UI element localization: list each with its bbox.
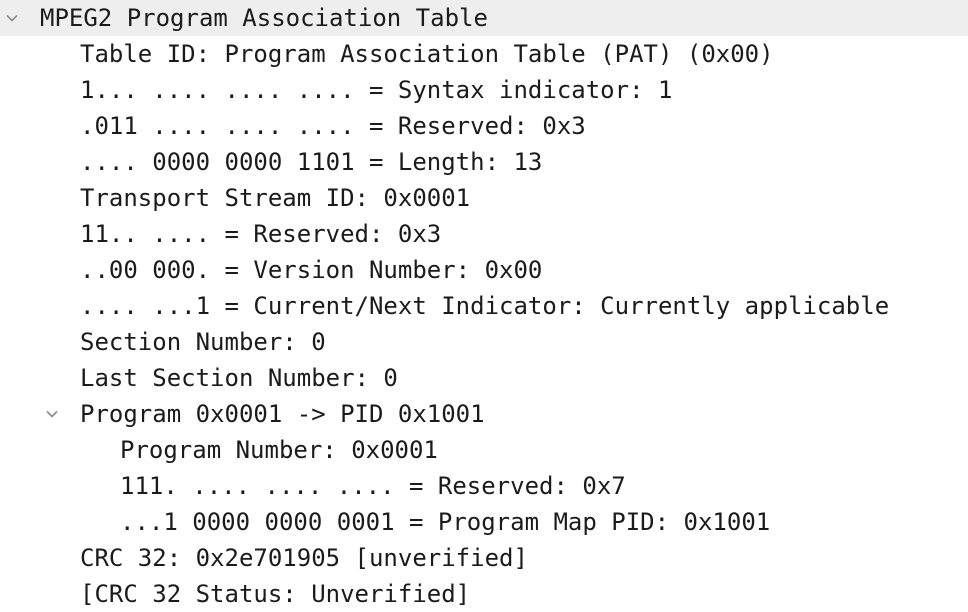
tree-item-current-next-indicator[interactable]: .... ...1 = Current/Next Indicator: Curr… (0, 288, 968, 324)
tree-item-label: MPEG2 Program Association Table (40, 4, 488, 32)
tree-item-crc32[interactable]: CRC 32: 0x2e701905 [unverified] (0, 540, 968, 576)
tree-item-mpeg2-pat[interactable]: MPEG2 Program Association Table (0, 0, 968, 36)
chevron-down-icon[interactable] (45, 407, 59, 421)
tree-item-label: ...1 0000 0000 0001 = Program Map PID: 0… (120, 508, 771, 536)
tree-item-section-number[interactable]: Section Number: 0 (0, 324, 968, 360)
tree-item-label: .... 0000 0000 1101 = Length: 13 (80, 148, 543, 176)
tree-item-length[interactable]: .... 0000 0000 1101 = Length: 13 (0, 144, 968, 180)
chevron-down-icon[interactable] (5, 11, 19, 25)
tree-item-reserved[interactable]: .011 .... .... .... = Reserved: 0x3 (0, 108, 968, 144)
tree-item-table-id[interactable]: Table ID: Program Association Table (PAT… (0, 36, 968, 72)
tree-item-label: 111. .... .... .... = Reserved: 0x7 (120, 472, 626, 500)
tree-item-label: Program 0x0001 -> PID 0x1001 (80, 400, 485, 428)
tree-item-label: .011 .... .... .... = Reserved: 0x3 (80, 112, 586, 140)
tree-item-reserved-2[interactable]: 11.. .... = Reserved: 0x3 (0, 216, 968, 252)
tree-item-label: Section Number: 0 (80, 328, 326, 356)
tree-item-program-reserved[interactable]: 111. .... .... .... = Reserved: 0x7 (0, 468, 968, 504)
tree-item-label: Program Number: 0x0001 (120, 436, 438, 464)
packet-details-tree: MPEG2 Program Association Table Table ID… (0, 0, 968, 612)
tree-item-crc32-status[interactable]: [CRC 32 Status: Unverified] (0, 576, 968, 612)
tree-item-label: Last Section Number: 0 (80, 364, 398, 392)
tree-item-program[interactable]: Program 0x0001 -> PID 0x1001 (0, 396, 968, 432)
tree-item-label: CRC 32: 0x2e701905 [unverified] (80, 544, 528, 572)
tree-item-label: 11.. .... = Reserved: 0x3 (80, 220, 442, 248)
tree-item-label: Table ID: Program Association Table (PAT… (80, 40, 774, 68)
tree-item-label: .... ...1 = Current/Next Indicator: Curr… (80, 292, 890, 320)
tree-item-transport-stream-id[interactable]: Transport Stream ID: 0x0001 (0, 180, 968, 216)
tree-item-version-number[interactable]: ..00 000. = Version Number: 0x00 (0, 252, 968, 288)
tree-item-label: [CRC 32 Status: Unverified] (80, 580, 471, 608)
tree-item-last-section-number[interactable]: Last Section Number: 0 (0, 360, 968, 396)
tree-item-label: 1... .... .... .... = Syntax indicator: … (80, 76, 673, 104)
tree-item-label: Transport Stream ID: 0x0001 (80, 184, 471, 212)
tree-item-syntax-indicator[interactable]: 1... .... .... .... = Syntax indicator: … (0, 72, 968, 108)
tree-item-program-number[interactable]: Program Number: 0x0001 (0, 432, 968, 468)
tree-item-program-map-pid[interactable]: ...1 0000 0000 0001 = Program Map PID: 0… (0, 504, 968, 540)
tree-item-label: ..00 000. = Version Number: 0x00 (80, 256, 543, 284)
